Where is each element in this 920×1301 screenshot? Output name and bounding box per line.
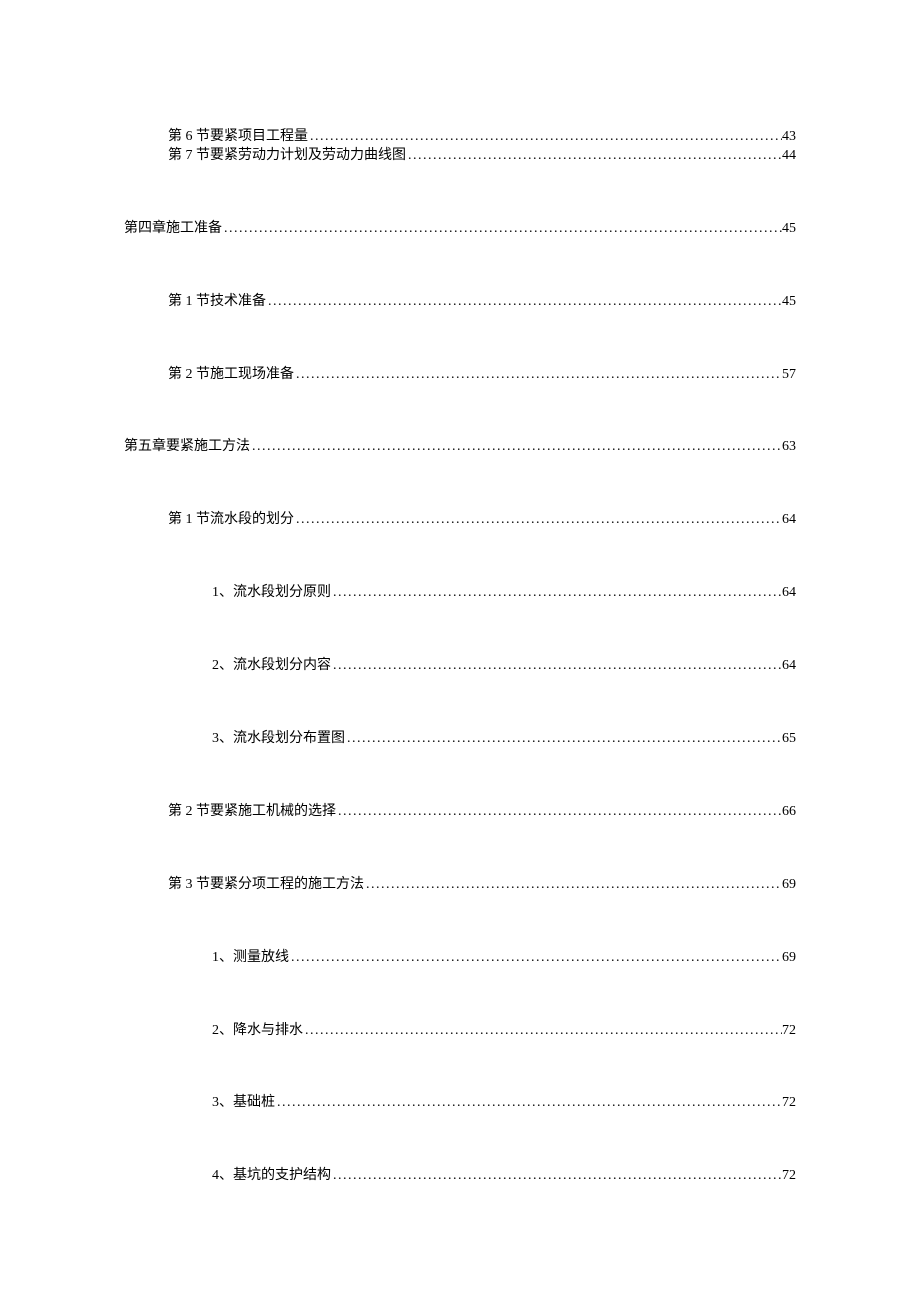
toc-entry-title: 第 3 节要紧分项工程的施工方法 [168, 876, 364, 895]
toc-entry: 第 1 节技术准备 45 [168, 293, 796, 312]
toc-entry: 4、基坑的支护结构 72 [212, 1167, 796, 1186]
toc-entry-page: 45 [782, 220, 796, 239]
toc-entry-page: 64 [782, 657, 796, 676]
toc-leader-dots [294, 366, 782, 385]
toc-entry-title: 4、基坑的支护结构 [212, 1167, 331, 1186]
toc-leader-dots [406, 147, 782, 166]
toc-entry-title: 第四章施工准备 [124, 220, 222, 239]
toc-leader-dots [331, 1167, 782, 1186]
toc-entry: 第五章要紧施工方法 63 [124, 438, 796, 457]
toc-entry-title: 第 6 节要紧项目工程量 [168, 128, 308, 147]
toc-entry: 第 7 节要紧劳动力计划及劳动力曲线图 44 [168, 147, 796, 166]
toc-entry: 1、流水段划分原则 64 [212, 584, 796, 603]
toc-entry-title: 第五章要紧施工方法 [124, 438, 250, 457]
toc-entry-page: 57 [782, 366, 796, 385]
toc-leader-dots [266, 293, 782, 312]
toc-entry-title: 第 2 节要紧施工机械的选择 [168, 803, 336, 822]
toc-entry: 1、测量放线 69 [212, 949, 796, 968]
toc-entry: 第 2 节要紧施工机械的选择 66 [168, 803, 796, 822]
toc-entry: 第 6 节要紧项目工程量 43 [168, 128, 796, 147]
toc-entry-page: 64 [782, 584, 796, 603]
toc-entry-page: 69 [782, 949, 796, 968]
toc-entry-page: 72 [782, 1022, 796, 1041]
toc-leader-dots [250, 438, 782, 457]
toc-entry-page: 72 [782, 1094, 796, 1113]
toc-entry: 3、基础桩 72 [212, 1094, 796, 1113]
toc-leader-dots [222, 220, 782, 239]
toc-entry-title: 第 1 节技术准备 [168, 293, 266, 312]
toc-entry-page: 43 [782, 128, 796, 147]
toc-entry-title: 第 7 节要紧劳动力计划及劳动力曲线图 [168, 147, 406, 166]
toc-entry-page: 64 [782, 511, 796, 530]
toc-entry-page: 65 [782, 730, 796, 749]
table-of-contents: 第 6 节要紧项目工程量 43 第 7 节要紧劳动力计划及劳动力曲线图 44 第四章施工… [124, 128, 796, 1186]
toc-leader-dots [275, 1094, 782, 1113]
toc-entry: 第 1 节流水段的划分 64 [168, 511, 796, 530]
toc-entry-page: 72 [782, 1167, 796, 1186]
toc-leader-dots [308, 128, 782, 147]
toc-entry: 第四章施工准备 45 [124, 220, 796, 239]
document-page: 第 6 节要紧项目工程量 43 第 7 节要紧劳动力计划及劳动力曲线图 44 第四章施工… [0, 0, 920, 1186]
toc-entry-title: 1、流水段划分原则 [212, 584, 331, 603]
toc-entry: 第 2 节施工现场准备 57 [168, 366, 796, 385]
toc-leader-dots [294, 511, 782, 530]
toc-entry: 第 3 节要紧分项工程的施工方法 69 [168, 876, 796, 895]
toc-leader-dots [364, 876, 782, 895]
toc-entry-title: 1、测量放线 [212, 949, 289, 968]
toc-entry-page: 66 [782, 803, 796, 822]
toc-leader-dots [336, 803, 782, 822]
toc-entry-page: 63 [782, 438, 796, 457]
toc-leader-dots [331, 657, 782, 676]
toc-entry: 2、降水与排水 72 [212, 1022, 796, 1041]
toc-leader-dots [331, 584, 782, 603]
toc-entry-title: 第 2 节施工现场准备 [168, 366, 294, 385]
toc-leader-dots [345, 730, 782, 749]
toc-leader-dots [289, 949, 782, 968]
toc-entry-title: 2、流水段划分内容 [212, 657, 331, 676]
toc-entry-page: 45 [782, 293, 796, 312]
toc-leader-dots [303, 1022, 782, 1041]
toc-entry: 2、流水段划分内容 64 [212, 657, 796, 676]
toc-entry-page: 44 [782, 147, 796, 166]
toc-entry: 3、流水段划分布置图 65 [212, 730, 796, 749]
toc-entry-title: 3、流水段划分布置图 [212, 730, 345, 749]
toc-entry-title: 第 1 节流水段的划分 [168, 511, 294, 530]
toc-entry-page: 69 [782, 876, 796, 895]
toc-entry-title: 2、降水与排水 [212, 1022, 303, 1041]
toc-entry-title: 3、基础桩 [212, 1094, 275, 1113]
